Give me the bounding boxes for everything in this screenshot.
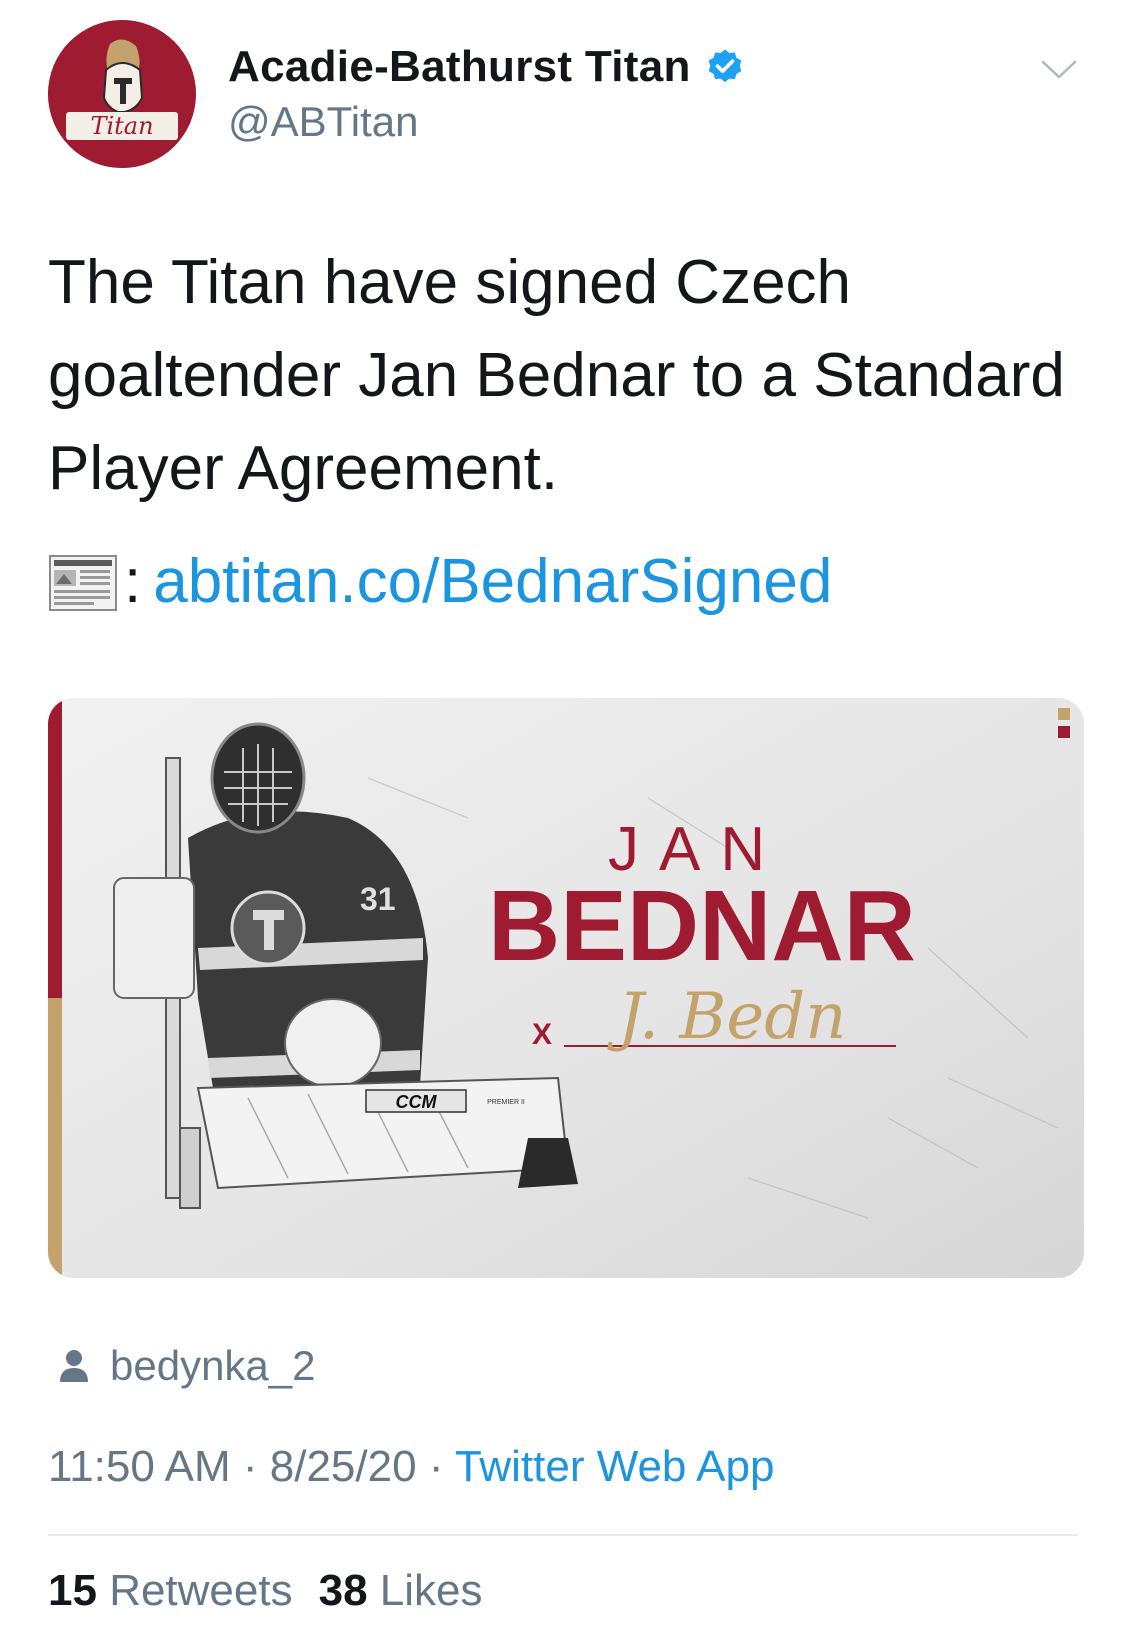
svg-text:Titan: Titan	[90, 112, 153, 140]
person-icon	[60, 1350, 88, 1382]
signature-x-mark: X	[532, 1018, 552, 1051]
author-display-name[interactable]: Acadie-Bathurst Titan	[228, 42, 691, 92]
verified-badge-icon	[708, 49, 742, 83]
likes-label: Likes	[379, 1566, 483, 1615]
tweet-text: The Titan have signed Czech goaltender J…	[48, 248, 1065, 503]
article-link[interactable]: abtitan.co/BednarSigned	[153, 546, 832, 617]
tweet-date[interactable]: 8/25/20	[270, 1442, 417, 1491]
retweets-stat[interactable]: 15 Retweets	[48, 1566, 293, 1615]
chevron-down-icon[interactable]	[1040, 58, 1078, 82]
newspaper-icon	[49, 554, 117, 611]
player-last-name: BEDNAR	[488, 870, 916, 982]
tweet-meta: 11:50 AM · 8/25/20 · Twitter Web App	[48, 1442, 774, 1492]
tweet-stats: 15 Retweets 38 Likes	[48, 1566, 483, 1616]
svg-text:PREMIER II: PREMIER II	[487, 1099, 525, 1106]
accent-strip-red	[48, 698, 62, 998]
retweets-count: 15	[48, 1566, 97, 1615]
tweet-media-image[interactable]: 31 CCM PREMIER II JAN BEDNAR X J. Bedn	[48, 698, 1084, 1278]
author-avatar[interactable]: Titan	[48, 20, 196, 168]
tweet-link-line: : abtitan.co/BednarSigned	[48, 546, 832, 617]
retweets-label: Retweets	[109, 1566, 293, 1615]
player-signature: J. Bedn	[607, 980, 846, 1054]
author-handle[interactable]: @ABTitan	[228, 98, 418, 146]
tweet-source-link[interactable]: Twitter Web App	[455, 1442, 775, 1491]
svg-text:CCM: CCM	[396, 1092, 438, 1112]
meta-separator: ·	[242, 1442, 258, 1491]
player-signing-graphic: 31 CCM PREMIER II JAN BEDNAR X J. Bedn	[48, 698, 1084, 1278]
link-separator: :	[124, 547, 142, 616]
tagged-user-row[interactable]: bedynka_2	[58, 1342, 316, 1390]
meta-separator: ·	[428, 1442, 444, 1491]
likes-count: 38	[318, 1566, 368, 1615]
author-name-row: Acadie-Bathurst Titan	[228, 42, 745, 92]
stats-divider	[48, 1534, 1078, 1536]
svg-text:31: 31	[360, 881, 396, 917]
likes-stat[interactable]: 38 Likes	[319, 1566, 483, 1615]
titan-logo: Titan	[48, 20, 196, 168]
tweet-time[interactable]: 11:50 AM	[48, 1442, 231, 1491]
tagged-username[interactable]: bedynka_2	[110, 1342, 316, 1390]
accent-strip-gold	[48, 998, 62, 1278]
